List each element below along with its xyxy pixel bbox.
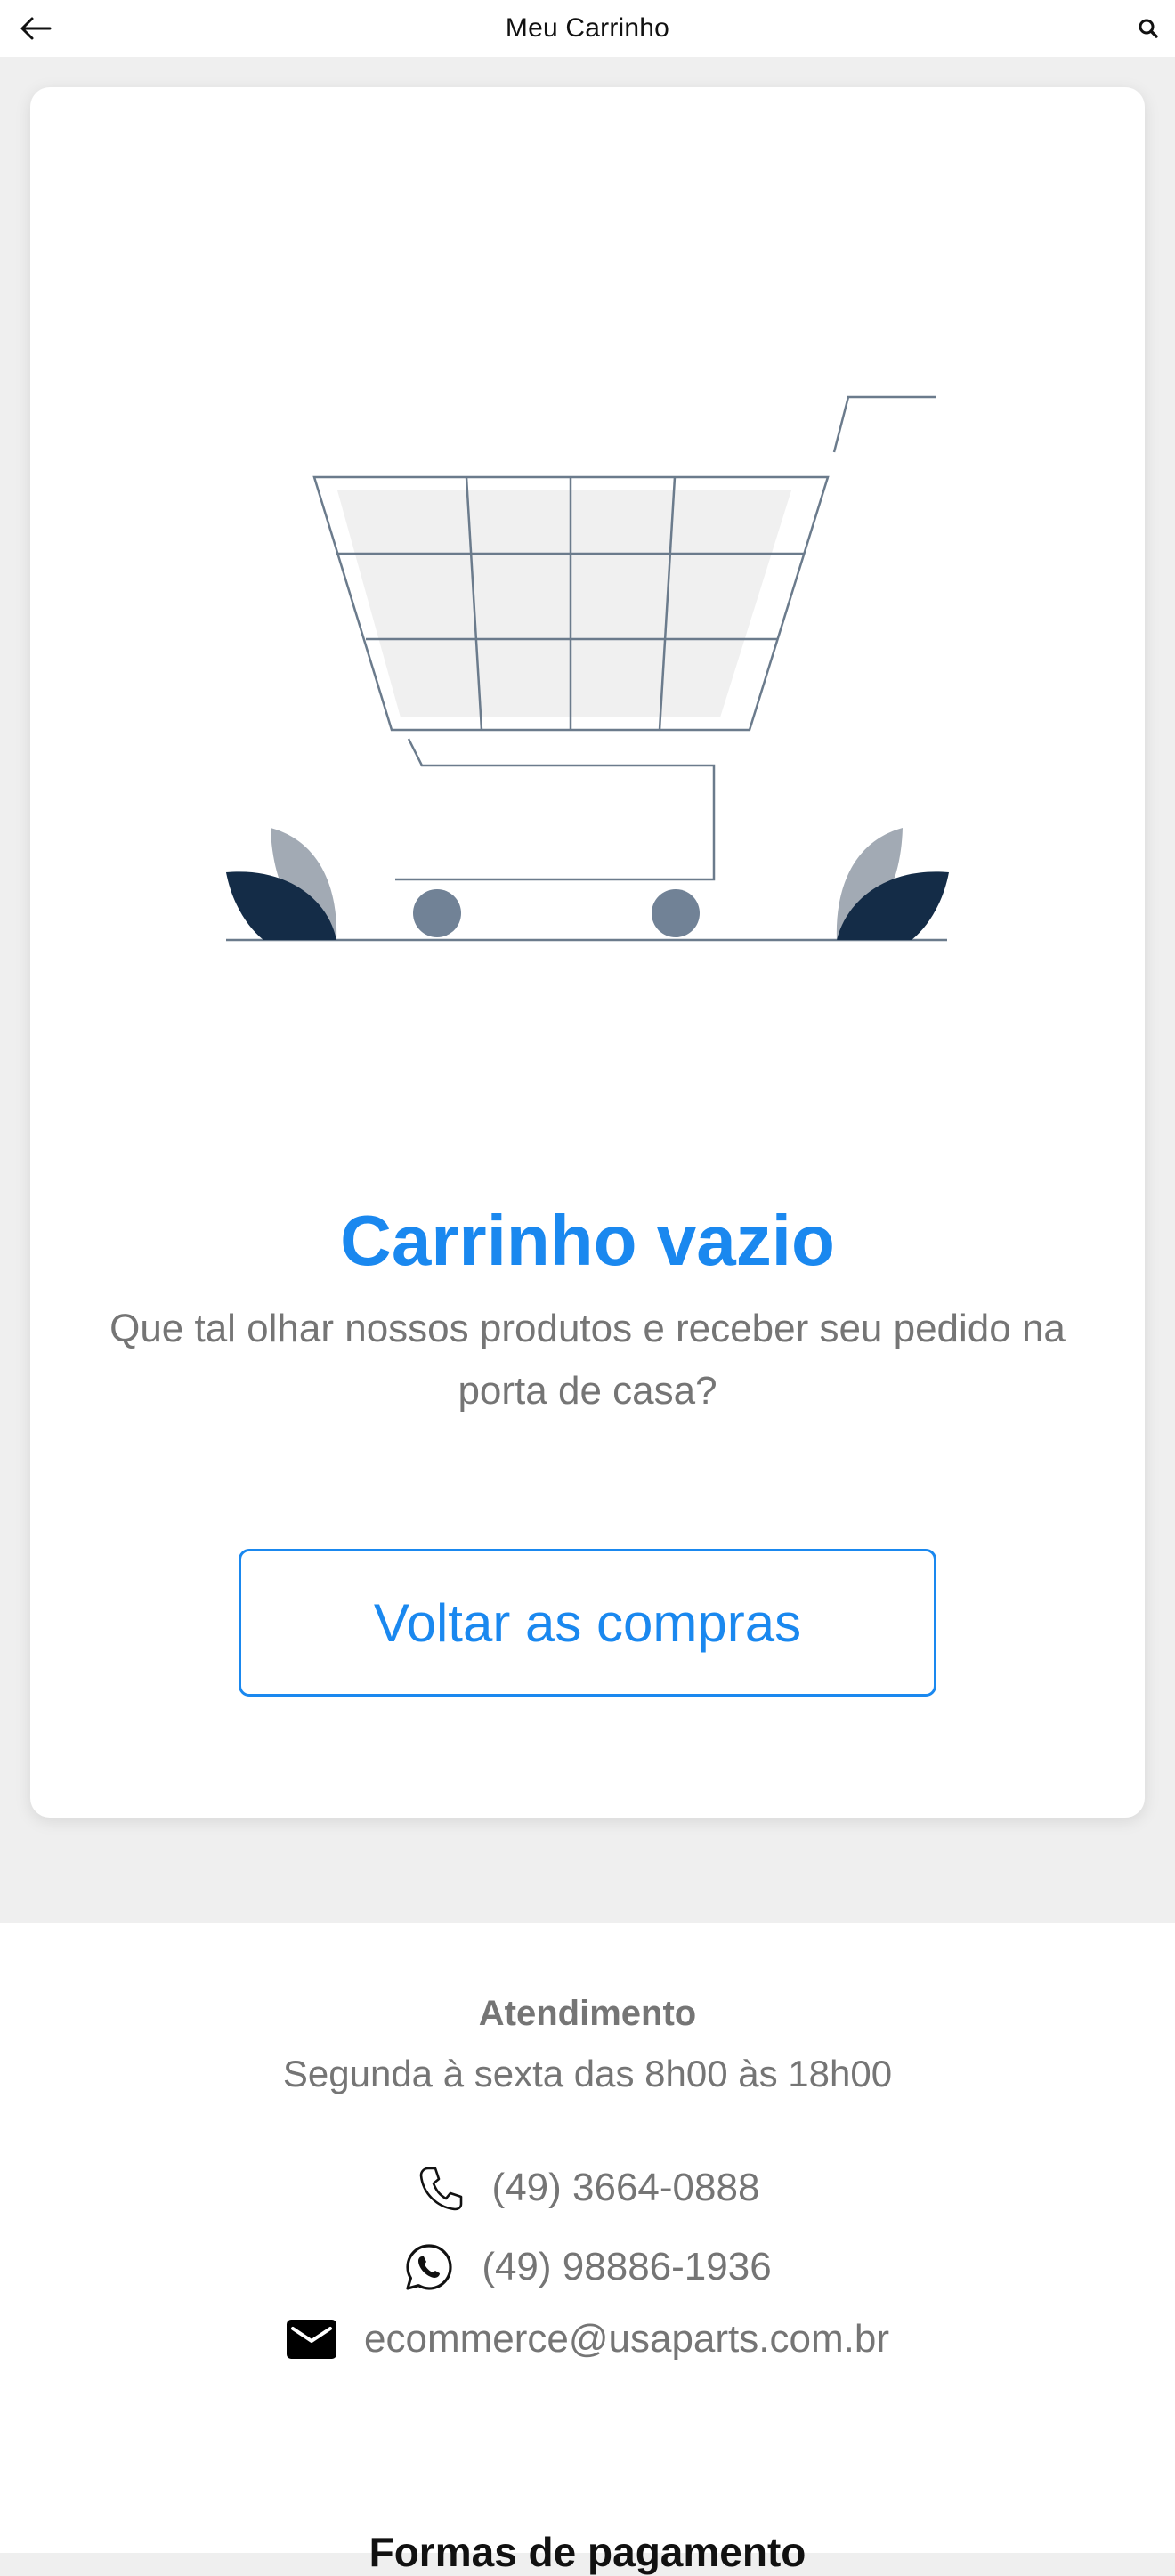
contact-whatsapp[interactable]: (49) 98886-1936 — [0, 2241, 1175, 2293]
mail-icon — [286, 2319, 337, 2360]
contact-email-text: ecommerce@usaparts.com.br — [364, 2317, 889, 2361]
whatsapp-icon — [403, 2241, 455, 2293]
phone-icon — [416, 2163, 466, 2213]
search-button[interactable] — [1132, 12, 1164, 45]
empty-shopping-cart-illustration — [226, 395, 949, 942]
arrow-left-icon — [20, 17, 52, 40]
payment-methods-heading: Formas de pagamento — [369, 2529, 806, 2575]
contact-phone-text: (49) 3664-0888 — [491, 2166, 760, 2209]
back-to-shopping-button[interactable]: Voltar as compras — [239, 1549, 936, 1697]
page-title: Meu Carrinho — [505, 13, 670, 43]
top-bar: Meu Carrinho — [0, 0, 1175, 57]
back-button[interactable] — [18, 11, 53, 46]
footer: Atendimento Segunda à sexta das 8h00 às … — [0, 1923, 1175, 2575]
contact-whatsapp-text: (49) 98886-1936 — [482, 2245, 772, 2288]
empty-cart-message: Que tal olhar nossos produtos e receber … — [109, 1307, 1066, 1413]
support-heading: Atendimento — [478, 1994, 697, 2033]
search-icon — [1139, 19, 1158, 38]
contact-email[interactable]: ecommerce@usaparts.com.br — [0, 2317, 1175, 2361]
support-hours: Segunda à sexta das 8h00 às 18h00 — [282, 2053, 893, 2094]
contact-phone[interactable]: (49) 3664-0888 — [0, 2163, 1175, 2213]
empty-cart-card: Carrinho vazio Que tal olhar nossos prod… — [30, 87, 1145, 1818]
empty-cart-title: Carrinho vazio — [340, 1201, 835, 1280]
